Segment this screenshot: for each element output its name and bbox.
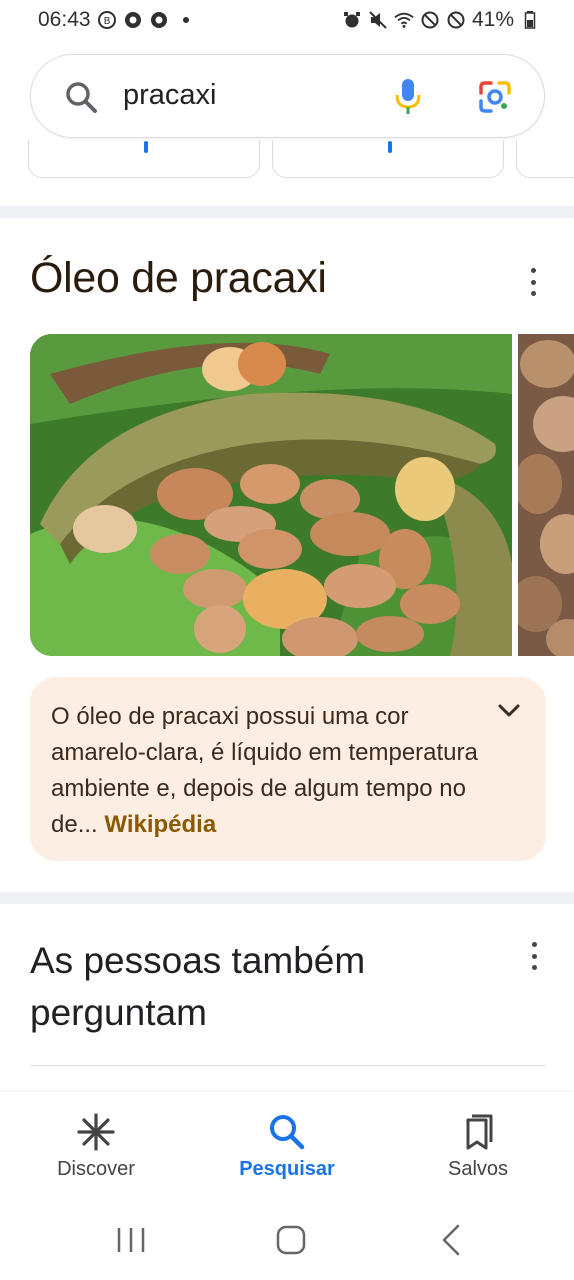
chips-row [0,140,574,182]
system-navigation-bar [0,1200,574,1280]
knowledge-card-title: Óleo de pracaxi [30,254,327,302]
chrome-icon [123,10,143,30]
battery-text: 41% [471,8,514,31]
search-input[interactable]: pracaxi [123,79,217,112]
chevron-down-icon[interactable] [498,703,520,719]
status-left: 06:43 B [38,8,189,32]
wikipedia-link[interactable]: Wikipédia [104,811,216,838]
wifi-icon [394,10,414,30]
saved-icon [466,1114,493,1150]
nav-search-label: Pesquisar [239,1158,335,1180]
status-right: 41% [342,8,540,32]
bottom-navigation: Discover Pesquisar Salvos [0,1092,574,1200]
search-icon [270,1115,305,1150]
google-lens-icon[interactable] [477,79,513,115]
b-icon: B [97,10,117,30]
pracaxi-seeds-image[interactable] [30,334,512,656]
pracaxi-seeds-image-2[interactable] [518,334,574,656]
nav-search[interactable]: Pesquisar [192,1092,382,1200]
alarm-icon [342,10,362,30]
nav-saved-label: Salvos [447,1158,509,1180]
description-card[interactable]: O óleo de pracaxi possui uma cor amarelo… [30,677,546,861]
description-text: O óleo de pracaxi possui uma cor amarelo… [51,699,491,843]
section-divider [0,206,574,218]
block-icon [420,10,440,30]
suggestion-chip[interactable] [272,140,504,178]
back-icon[interactable] [432,1222,472,1258]
discover-icon [77,1113,115,1151]
more-options-icon[interactable] [529,942,539,970]
search-bar[interactable]: pracaxi [30,54,545,138]
battery-icon [520,10,540,30]
chrome-icon [149,10,169,30]
divider [30,1065,546,1066]
nav-discover-label: Discover [57,1158,135,1180]
suggestion-chip[interactable] [28,140,260,178]
status-time: 06:43 [38,8,91,31]
block-icon [446,10,466,30]
status-bar: 06:43 B 41% [0,0,574,40]
svg-text:B: B [103,16,110,27]
search-icon [66,82,97,113]
section-divider [0,892,574,904]
home-icon[interactable] [271,1222,311,1258]
more-options-icon[interactable] [528,268,538,296]
notification-dot [182,17,189,23]
people-also-ask-title: As pessoas também perguntam [30,940,366,1033]
microphone-icon[interactable] [393,77,423,117]
nav-saved[interactable]: Salvos [383,1092,573,1200]
nav-discover[interactable]: Discover [1,1092,191,1200]
mute-icon [368,10,388,30]
recent-apps-icon[interactable] [111,1222,151,1258]
suggestion-chip[interactable] [516,140,574,178]
